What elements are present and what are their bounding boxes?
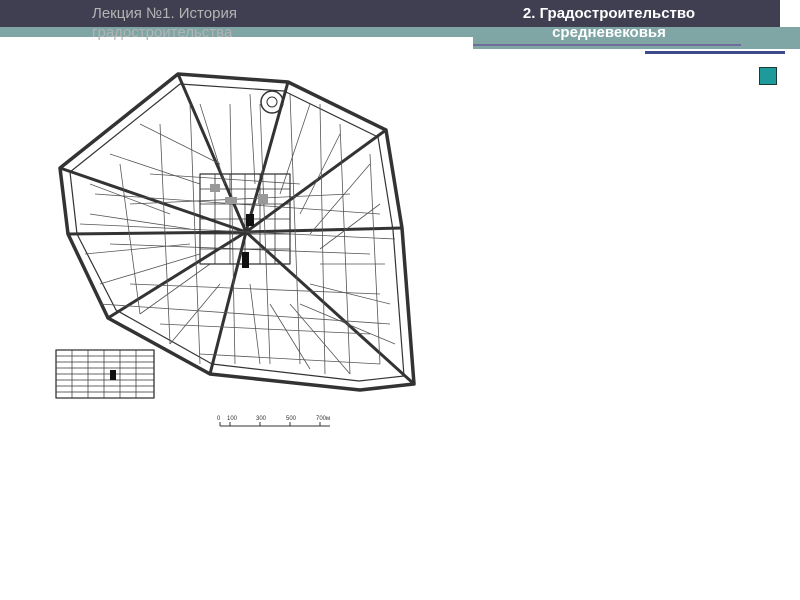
scale-label-0: 0 bbox=[217, 416, 221, 422]
slide-nav-square-icon[interactable] bbox=[759, 67, 777, 85]
header-blue-line bbox=[645, 51, 785, 54]
section-title: 2. Градостроительство средневековья bbox=[522, 5, 696, 41]
cathedral-block bbox=[246, 214, 254, 226]
fortress-circle bbox=[260, 90, 284, 114]
scale-label-100: 100 bbox=[227, 416, 238, 422]
slide-header: Лекция №1. История градостроительства 2.… bbox=[0, 0, 800, 56]
scale-label-300: 300 bbox=[256, 416, 267, 422]
radial-streets bbox=[59, 73, 416, 386]
scale-bar bbox=[219, 422, 330, 427]
lecture-title: Лекция №1. История градостроительства bbox=[92, 5, 237, 41]
header-purple-line bbox=[473, 44, 741, 46]
scale-label-500: 500 bbox=[286, 416, 297, 422]
central-block bbox=[242, 252, 249, 268]
city-plan-map: 0 100 300 500 700м bbox=[55, 72, 416, 427]
scale-label-700: 700м bbox=[316, 416, 330, 422]
